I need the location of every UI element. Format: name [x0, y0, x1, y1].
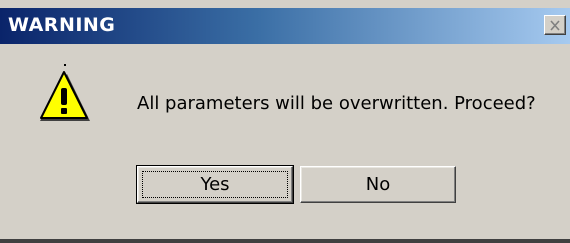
yes-button[interactable]: Yes — [136, 165, 294, 204]
yes-button-label: Yes — [200, 174, 230, 195]
warning-dialog: WARNING All parameters will be overwritt… — [0, 0, 570, 243]
no-button[interactable]: No — [300, 166, 456, 203]
warning-icon — [37, 62, 91, 126]
dialog-message: All parameters will be overwritten. Proc… — [137, 93, 536, 114]
close-button[interactable] — [544, 15, 566, 35]
close-icon — [549, 19, 561, 31]
no-button-label: No — [365, 174, 391, 195]
dialog-bottom-border — [0, 239, 570, 243]
window-title: WARNING — [8, 14, 116, 36]
title-bar[interactable]: WARNING — [0, 8, 570, 44]
